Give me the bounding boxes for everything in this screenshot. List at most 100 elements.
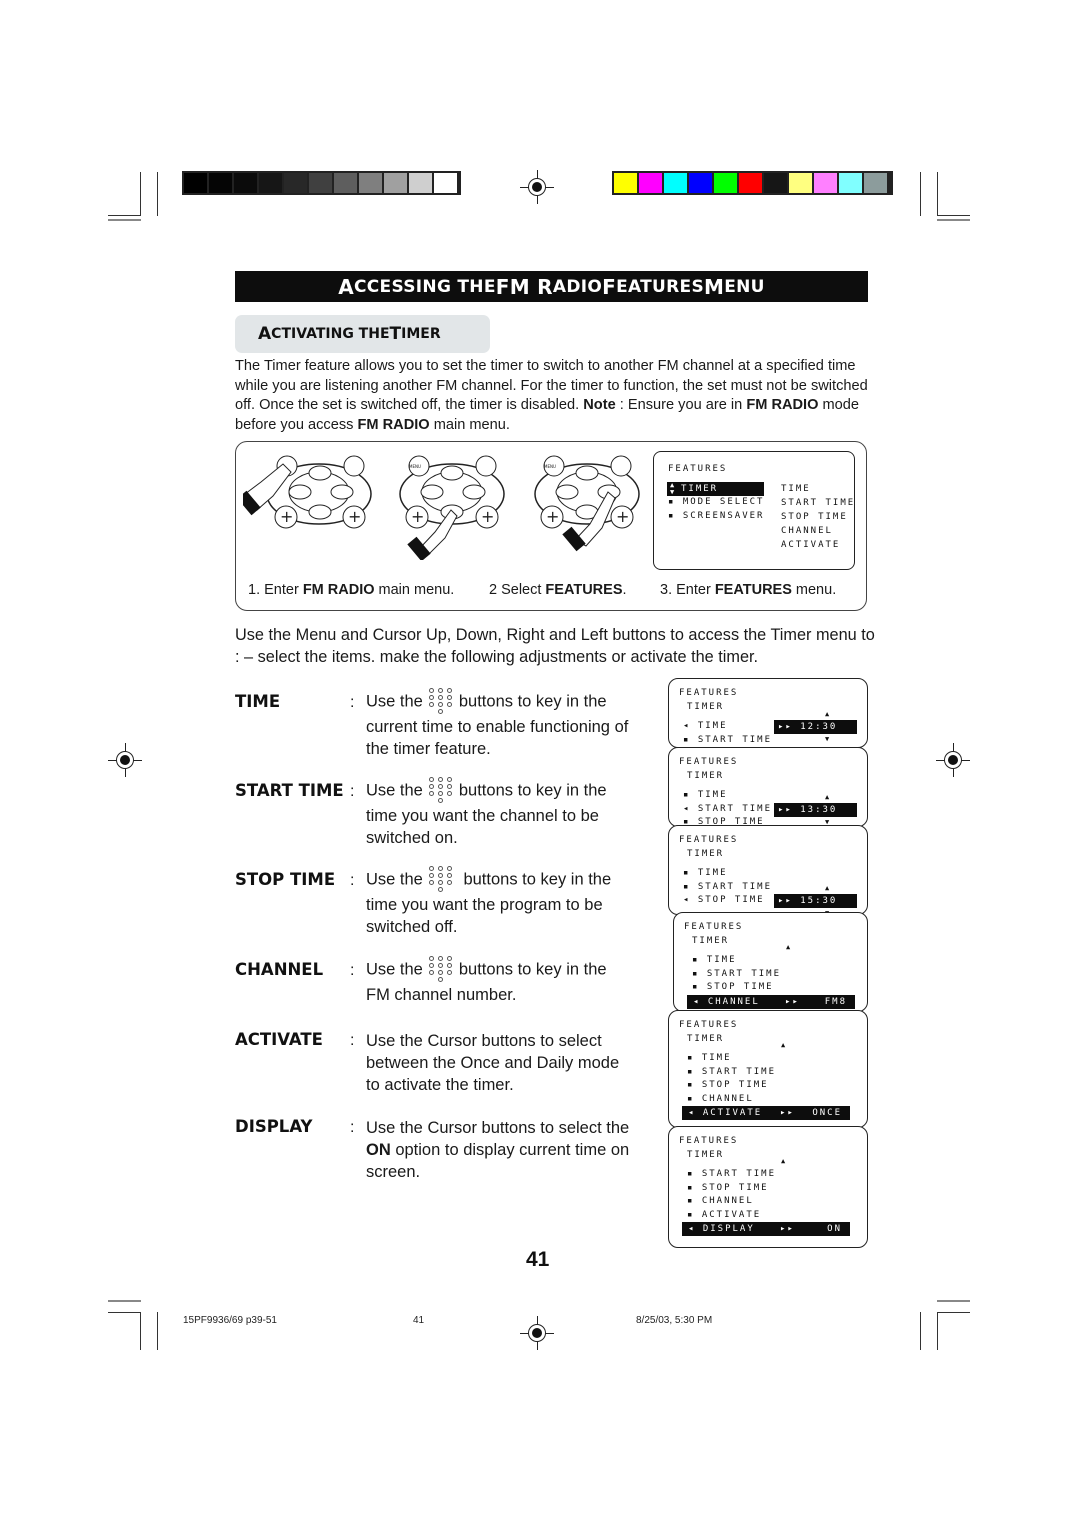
- timer-osd-screen: FEATURES TIMER ▲ ▪ TIME ▪ START TIME ▪ STOP T…: [673, 912, 868, 1012]
- crop-mark: [937, 172, 938, 216]
- svg-text:+: +: [481, 507, 494, 526]
- osd-subtitle: TIMER: [687, 1150, 725, 1160]
- submenu-item: STOP TIME: [781, 512, 848, 522]
- intro-bold: FM RADIO: [746, 397, 819, 413]
- osd-value-field[interactable]: ▸▸ 12:30: [774, 720, 857, 734]
- osd-value-field[interactable]: ▸▸ 15:30: [774, 894, 857, 908]
- title-part: IMER: [401, 326, 441, 342]
- item-label-stop-time: STOP TIME: [235, 870, 336, 889]
- item-desc-time: Use the buttons to key in the current time…: [366, 688, 636, 760]
- color-swatch: [814, 173, 837, 193]
- osd-subtitle: TIMER: [692, 936, 730, 946]
- number-keypad-icon: [426, 866, 456, 894]
- osd-menu-item[interactable]: ▪ TIME: [692, 955, 737, 966]
- scroll-up-icon: ▲: [825, 884, 830, 892]
- osd-value-field[interactable]: ▸▸ 13:30: [774, 802, 857, 817]
- scroll-down-icon: ▼: [825, 735, 830, 743]
- adjust-arrows-icon: ▸▸: [780, 1108, 795, 1118]
- title-part: ENU: [724, 276, 765, 297]
- menu-title: FEATURES: [668, 464, 728, 474]
- osd-title: FEATURES: [684, 922, 744, 932]
- section-title: A CCESSING THE FM R ADIO F EATURES M ENU: [235, 271, 868, 302]
- osd-menu-item[interactable]: ▪ STOP TIME: [687, 1183, 769, 1194]
- osd-menu-item[interactable]: ▪ START TIME: [683, 735, 772, 746]
- osd-selected-label: ◂ DISPLAY: [688, 1224, 755, 1234]
- osd-menu-item[interactable]: ▪ CHANNEL: [687, 1094, 754, 1105]
- color-swatch: [864, 173, 887, 193]
- osd-subtitle: TIMER: [687, 771, 725, 781]
- menu-item[interactable]: ▪ SCREENSAVER: [668, 511, 764, 522]
- step-1-caption: 1. Enter FM RADIO main menu.: [248, 582, 455, 598]
- timer-osd-screen: FEATURES TIMER ◂ TIME ▪ START TIME ▲ ▸▸ 12:30…: [668, 678, 868, 748]
- item-label-start-time: START TIME: [235, 781, 344, 800]
- colon: :: [350, 962, 355, 979]
- footer-page: 41: [413, 1315, 425, 1326]
- item-desc-stop-time: Use the buttons to key in the time you wa…: [366, 866, 636, 938]
- osd-menu-item[interactable]: ▪ TIME: [683, 868, 728, 879]
- osd-value: FM8: [824, 996, 847, 1007]
- scroll-up-icon: ▲: [786, 943, 791, 951]
- osd-menu-item[interactable]: ▪ START TIME: [687, 1169, 776, 1180]
- menu-item-label: SCREENSAVER: [682, 511, 765, 521]
- gray-swatch: [234, 173, 257, 193]
- osd-menu-item[interactable]: ▪ STOP TIME: [692, 982, 774, 993]
- osd-menu-item[interactable]: ▪ STOP TIME: [687, 1080, 769, 1091]
- osd-selected-label: ◂ ACTIVATE: [688, 1108, 763, 1118]
- osd-menu-item[interactable]: ▪ ACTIVATE: [687, 1210, 761, 1221]
- adjust-arrows-icon: ▸▸: [785, 996, 800, 1007]
- osd-selected-row[interactable]: ◂ CHANNEL ▸▸ FM8: [687, 994, 855, 1009]
- crop-mark: [140, 1312, 141, 1350]
- submenu-item: CHANNEL: [781, 526, 833, 536]
- osd-menu-item[interactable]: ▪ START TIME: [692, 969, 781, 980]
- title-part: FM R: [495, 274, 553, 299]
- osd-title: FEATURES: [679, 757, 739, 767]
- remote-control-step1-icon: + +: [243, 455, 372, 529]
- crop-mark: [937, 215, 970, 216]
- registration-mark-icon: [520, 1316, 554, 1350]
- osd-title: FEATURES: [679, 1020, 739, 1030]
- title-part: T: [389, 324, 402, 344]
- osd-menu-item[interactable]: ▪ START TIME: [687, 1067, 776, 1078]
- osd-selected-row[interactable]: ◂ ACTIVATE ▸▸ ONCE: [682, 1106, 850, 1120]
- svg-text:+: +: [348, 507, 361, 526]
- color-swatch: [689, 173, 712, 193]
- menu-item-selected[interactable]: TIMER: [667, 482, 764, 496]
- crop-mark: [108, 1300, 141, 1302]
- osd-menu-item[interactable]: ◂ TIME: [683, 721, 728, 732]
- item-desc-start-time: Use the buttons to key in the time you wan…: [366, 777, 636, 849]
- intro-bold: FM RADIO: [357, 416, 430, 433]
- gray-swatch: [259, 173, 282, 193]
- scroll-up-icon: ▲: [781, 1041, 786, 1049]
- timer-osd-screen: FEATURES TIMER ▪ TIME ◂ START TIME ▪ STOP TI…: [668, 747, 868, 827]
- gray-swatch: [359, 173, 382, 193]
- registration-mark-icon: [108, 743, 142, 777]
- crop-mark: [937, 1312, 938, 1350]
- color-swatch: [714, 173, 737, 193]
- osd-menu-item[interactable]: ▪ TIME: [683, 790, 728, 801]
- number-keypad-icon: [426, 688, 456, 716]
- submenu-item: START TIME: [781, 498, 855, 508]
- svg-text:+: +: [616, 507, 629, 526]
- colon: :: [350, 783, 355, 800]
- osd-selected-row[interactable]: ◂ DISPLAY ▸▸ ON: [682, 1222, 850, 1236]
- title-part: CCESSING THE: [354, 276, 496, 297]
- osd-title: FEATURES: [679, 1136, 739, 1146]
- osd-subtitle: TIMER: [687, 849, 725, 859]
- osd-value: ONCE: [812, 1108, 842, 1118]
- osd-menu-item[interactable]: ▪ CHANNEL: [687, 1196, 754, 1207]
- osd-menu-item[interactable]: ▪ START TIME: [683, 882, 772, 893]
- color-swatch: [839, 173, 862, 193]
- note-label: Note: [583, 397, 616, 413]
- osd-menu-item[interactable]: ◂ STOP TIME: [683, 895, 765, 906]
- osd-menu-item[interactable]: ◂ START TIME: [683, 804, 772, 815]
- submenu-item: TIME: [781, 484, 811, 494]
- osd-menu-item[interactable]: ▪ TIME: [687, 1053, 732, 1064]
- item-label-activate: ACTIVATE: [235, 1030, 323, 1049]
- gray-swatch: [409, 173, 432, 193]
- osd-value: ON: [827, 1224, 842, 1234]
- page-number: 41: [526, 1248, 550, 1271]
- crop-mark: [108, 215, 141, 216]
- step-2-caption: 2 Select FEATURES.: [489, 582, 627, 598]
- gray-swatch: [184, 173, 207, 193]
- menu-item[interactable]: ▪ MODE SELECT: [668, 497, 764, 508]
